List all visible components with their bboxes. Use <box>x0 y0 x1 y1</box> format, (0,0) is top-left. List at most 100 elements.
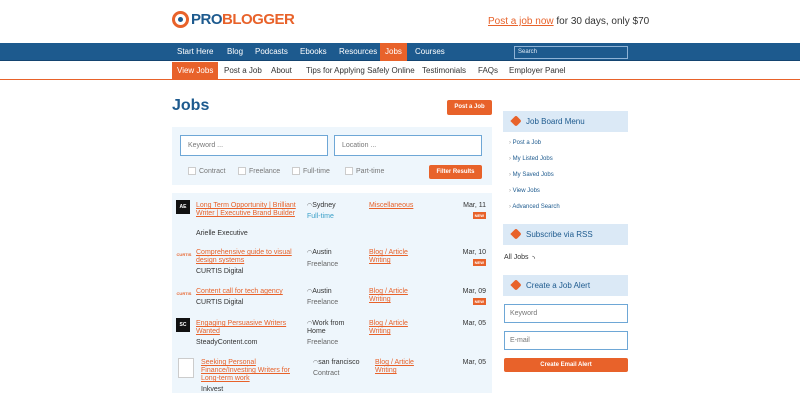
checkbox-box <box>292 167 300 175</box>
job-type: Freelance <box>307 299 339 306</box>
sidebar-heading: Subscribe via RSS <box>526 230 593 239</box>
job-date: Mar, 05 <box>462 320 486 327</box>
sidebar-link-saved-jobs[interactable]: My Saved Jobs <box>509 172 554 178</box>
job-location: ◠Austin <box>307 249 362 257</box>
job-row: AE Long Term Opportunity | Brilliant Wri… <box>172 193 492 239</box>
job-type: Freelance <box>307 339 339 346</box>
checkbox-box <box>188 167 196 175</box>
rss-header: Subscribe via RSS <box>503 224 628 245</box>
job-category-link[interactable]: Blog / Article Writing <box>375 359 435 375</box>
fulltime-checkbox[interactable]: Full-time <box>292 167 330 175</box>
job-location: ◠Work from Home <box>307 320 362 336</box>
company-name: Inkvest <box>201 386 224 393</box>
company-logo[interactable]: SC <box>176 318 190 332</box>
sidebar-heading: Job Board Menu <box>526 117 585 126</box>
company-logo[interactable]: CURTIS <box>176 247 192 261</box>
job-alert-header: Create a Job Alert <box>503 275 628 296</box>
company-name: CURTIS Digital <box>196 268 244 275</box>
checkbox-box <box>345 167 353 175</box>
subnav-about[interactable]: About <box>266 62 297 80</box>
sidebar-link-view-jobs[interactable]: View Jobs <box>509 188 540 194</box>
site-header: PRO BLOGGER Post a job now for 30 days, … <box>0 0 800 43</box>
keyword-input[interactable]: Keyword ... <box>180 135 328 156</box>
filter-results-button[interactable]: Filter Results <box>429 165 482 179</box>
nav-courses[interactable]: Courses <box>410 43 450 61</box>
nav-start-here[interactable]: Start Here <box>172 43 218 61</box>
job-category-link[interactable]: Blog / Article Writing <box>369 249 429 265</box>
company-name: SteadyContent.com <box>196 339 258 346</box>
job-date: Mar, 10 <box>462 249 486 256</box>
problogger-logo[interactable]: PRO BLOGGER <box>172 11 295 28</box>
checkbox-box <box>238 167 246 175</box>
company-name: CURTIS Digital <box>196 299 244 306</box>
job-date: Mar, 05 <box>462 359 486 366</box>
job-category-link[interactable]: Blog / Article Writing <box>369 288 429 304</box>
main-nav: Start Here Blog Podcasts Ebooks Resource… <box>0 43 800 61</box>
checkbox-label: Part-time <box>356 167 385 175</box>
location-text: Austin <box>312 249 332 256</box>
company-name: Arielle Executive <box>196 230 248 237</box>
company-logo[interactable] <box>178 358 194 378</box>
alert-email-input[interactable]: E-mail <box>504 331 628 350</box>
sidebar-heading: Create a Job Alert <box>526 281 591 290</box>
job-category-link[interactable]: Miscellaneous <box>369 202 429 210</box>
job-row: Seeking Personal Finance/Investing Write… <box>172 350 492 393</box>
nav-resources[interactable]: Resources <box>334 43 382 61</box>
all-jobs-link[interactable]: All Jobs <box>504 254 529 261</box>
job-date: Mar, 11 <box>463 202 486 209</box>
new-badge: NEW <box>472 212 486 219</box>
alert-keyword-input[interactable]: Keyword <box>504 304 628 323</box>
parttime-checkbox[interactable]: Part-time <box>345 167 384 175</box>
job-location: ◠Austin <box>307 288 362 296</box>
company-logo[interactable]: CURTIS <box>176 286 192 300</box>
nav-jobs[interactable]: Jobs <box>380 43 407 61</box>
sidebar-link-advanced-search[interactable]: Advanced Search <box>509 204 559 210</box>
company-logo[interactable]: AE <box>176 200 190 214</box>
freelance-checkbox[interactable]: Freelance <box>238 167 280 175</box>
nav-ebooks[interactable]: Ebooks <box>295 43 332 61</box>
logo-pro-text: PRO <box>191 11 223 28</box>
tag-icon <box>510 228 522 240</box>
job-location: ◠san francisco <box>313 359 368 367</box>
job-date: Mar, 09 <box>462 288 486 295</box>
promo-text: for 30 days, only $70 <box>553 16 650 27</box>
job-title-link[interactable]: Content call for tech agency <box>196 288 306 296</box>
create-email-alert-button[interactable]: Create Email Alert <box>504 358 628 372</box>
new-badge: NEW <box>472 298 486 305</box>
contract-checkbox[interactable]: Contract <box>188 167 225 175</box>
checkbox-label: Freelance <box>249 167 281 175</box>
subnav-testimonials[interactable]: Testimonials <box>417 62 471 80</box>
subnav-employer-panel[interactable]: Employer Panel <box>504 62 570 80</box>
job-type: Full-time <box>307 213 334 220</box>
post-job-promo-link[interactable]: Post a job now <box>488 16 554 27</box>
job-category-link[interactable]: Blog / Article Writing <box>369 320 429 336</box>
job-type: Contract <box>313 370 340 377</box>
search-input[interactable]: Search <box>514 46 628 59</box>
checkbox-label: Full-time <box>303 167 330 175</box>
job-title-link[interactable]: Seeking Personal Finance/Investing Write… <box>201 359 301 383</box>
promo-banner: Post a job now for 30 days, only $70 <box>488 16 649 27</box>
subnav-view-jobs[interactable]: View Jobs <box>172 62 219 80</box>
location-input[interactable]: Location ... <box>334 135 482 156</box>
location-text: Work from Home <box>307 320 345 335</box>
rss-icon[interactable]: ◝ <box>532 254 535 263</box>
subnav-tips[interactable]: Tips for Applying Safely Online <box>301 62 420 80</box>
sidebar-link-listed-jobs[interactable]: My Listed Jobs <box>509 156 553 162</box>
job-title-link[interactable]: Engaging Persuasive Writers Wanted <box>196 320 306 336</box>
tag-icon <box>510 115 522 127</box>
checkbox-label: Contract <box>199 167 226 175</box>
nav-blog[interactable]: Blog <box>222 43 248 61</box>
logo-blogger-text: BLOGGER <box>222 11 295 28</box>
location-text: Austin <box>312 288 332 295</box>
new-badge: NEW <box>472 259 486 266</box>
job-location: ◠Sydney <box>307 202 362 210</box>
job-title-link[interactable]: Comprehensive guide to visual design sys… <box>196 249 306 265</box>
subnav-faqs[interactable]: FAQs <box>473 62 503 80</box>
nav-podcasts[interactable]: Podcasts <box>250 43 293 61</box>
job-type: Freelance <box>307 261 339 268</box>
sidebar-link-post-job[interactable]: Post a Job <box>509 140 541 146</box>
location-text: san francisco <box>318 359 360 366</box>
post-job-button[interactable]: Post a Job <box>447 100 492 115</box>
job-title-link[interactable]: Long Term Opportunity | Brilliant Writer… <box>196 202 306 218</box>
subnav-post-job[interactable]: Post a Job <box>219 62 267 80</box>
